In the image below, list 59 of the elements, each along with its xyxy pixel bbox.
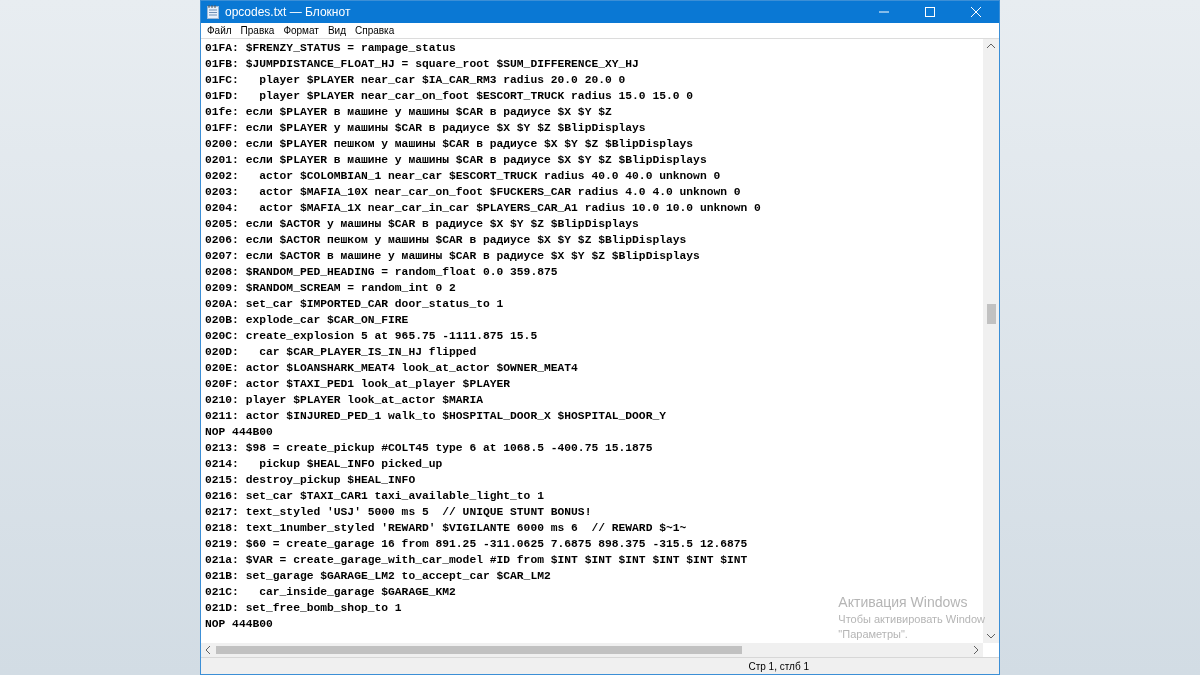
code-line: 01FF: если $PLAYER у машины $CAR в радиусе $X $Y $Z $BlipDisplays bbox=[205, 121, 646, 136]
horizontal-scrollbar[interactable] bbox=[201, 643, 983, 657]
code-line: 020B: explode_car $CAR_ON_FIRE bbox=[205, 313, 409, 328]
code-line: 020F: actor $TAXI_PED1 look_at_player $PLAYER bbox=[205, 377, 511, 392]
code-line: 0217: text_styled 'USJ' 5000 ms 5 // UNIQUE STUNT BONUS! bbox=[205, 505, 592, 520]
scroll-down-icon bbox=[987, 634, 995, 639]
code-line: 0216: set_car $TAXI_CAR1 taxi_available_light_to 1 bbox=[205, 489, 544, 504]
scrollbar-thumb[interactable] bbox=[986, 304, 996, 324]
code-line: 01FB: $JUMPDISTANCE_FLOAT_HJ = square_root $SUM_DIFFERENCE_XY_HJ bbox=[205, 57, 639, 72]
maximize-icon bbox=[925, 7, 935, 17]
code-line: 0202: actor $COLOMBIAN_1 near_car $ESCORT_TRUCK radius 40.0 40.0 unknown 0 bbox=[205, 169, 721, 184]
code-line: 0218: text_1number_styled 'REWARD' $VIGILANTE 6000 ms 6 // REWARD $~1~ bbox=[205, 521, 687, 536]
code-line: 01FD: player $PLAYER near_car_on_foot $ESCORT_TRUCK radius 15.0 15.0 0 bbox=[205, 89, 694, 104]
code-line: 020C: create_explosion 5 at 965.75 -1111.875 15.5 bbox=[205, 329, 538, 344]
code-line: 020D: car $CAR_PLAYER_IS_IN_HJ flipped bbox=[205, 345, 477, 360]
menu-item[interactable]: Формат bbox=[279, 23, 323, 38]
code-line: 021B: set_garage $GARAGE_LM2 to_accept_car $CAR_LM2 bbox=[205, 569, 551, 584]
vertical-scrollbar[interactable] bbox=[983, 39, 999, 643]
close-icon bbox=[971, 7, 981, 17]
code-line: 0203: actor $MAFIA_10X near_car_on_foot $FUCKERS_CAR radius 4.0 4.0 unknown 0 bbox=[205, 185, 741, 200]
code-line: 0211: actor $INJURED_PED_1 walk_to $HOSPITAL_DOOR_X $HOSPITAL_DOOR_Y bbox=[205, 409, 666, 424]
notepad-icon bbox=[207, 5, 219, 19]
window-title: opcodes.txt — Блокнот bbox=[225, 4, 351, 21]
code-line: NOP 444B00 bbox=[205, 425, 273, 440]
code-line: 01FA: $FRENZY_STATUS = rampage_status bbox=[205, 41, 456, 56]
code-line: 0219: $60 = create_garage 16 from 891.25 -311.0625 7.6875 898.375 -315.5 12.6875 bbox=[205, 537, 748, 552]
scroll-right-icon bbox=[974, 646, 979, 654]
activation-text: Чтобы активировать Window bbox=[838, 612, 985, 627]
code-line: 0206: если $ACTOR пешком у машины $CAR в радиусе $X $Y $Z $BlipDisplays bbox=[205, 233, 687, 248]
code-line: 021a: $VAR = create_garage_with_car_model #ID from $INT $INT $INT $INT $INT $INT bbox=[205, 553, 748, 568]
minimize-icon bbox=[879, 11, 889, 13]
menu-item[interactable]: Вид bbox=[323, 23, 350, 38]
scroll-left-icon bbox=[205, 646, 210, 654]
scroll-up-icon bbox=[987, 43, 995, 48]
menu-item[interactable]: Файл bbox=[203, 23, 236, 38]
code-line: 0204: actor $MAFIA_1X near_car_in_car $PLAYERS_CAR_A1 radius 10.0 10.0 unknown 0 bbox=[205, 201, 761, 216]
code-line: 0215: destroy_pickup $HEAL_INFO bbox=[205, 473, 416, 488]
code-line: 0210: player $PLAYER look_at_actor $MARIA bbox=[205, 393, 483, 408]
code-line: 0201: если $PLAYER в машине у машины $CAR в радиусе $X $Y $Z $BlipDisplays bbox=[205, 153, 707, 168]
cursor-position: Стр 1, стлб 1 bbox=[748, 659, 809, 674]
menu-item[interactable]: Справка bbox=[351, 23, 399, 38]
code-line: 0205: если $ACTOR у машины $CAR в радиусе $X $Y $Z $BlipDisplays bbox=[205, 217, 639, 232]
code-line: 0200: если $PLAYER пешком у машины $CAR в радиусе $X $Y $Z $BlipDisplays bbox=[205, 137, 694, 152]
code-line: 020A: set_car $IMPORTED_CAR door_status_to 1 bbox=[205, 297, 504, 312]
scrollbar-thumb[interactable] bbox=[216, 646, 742, 654]
code-line: 0207: если $ACTOR в машине у машины $CAR в радиусе $X $Y $Z $BlipDisplays bbox=[205, 249, 700, 264]
code-line: 0213: $98 = create_pickup #COLT45 type 6 at 1068.5 -400.75 15.1875 bbox=[205, 441, 653, 456]
code-line: NOP 444B00 bbox=[205, 617, 273, 632]
menu-item[interactable]: Правка bbox=[236, 23, 279, 38]
code-line: 01FC: player $PLAYER near_car $IA_CAR_RM3 radius 20.0 20.0 0 bbox=[205, 73, 626, 88]
code-line: 01fe: если $PLAYER в машине у машины $CAR в радиусе $X $Y $Z bbox=[205, 105, 612, 120]
code-line: 020E: actor $LOANSHARK_MEAT4 look_at_actor $OWNER_MEAT4 bbox=[205, 361, 578, 376]
activation-title: Активация Windows bbox=[838, 593, 969, 611]
code-line: 0209: $RANDOM_SCREAM = random_int 0 2 bbox=[205, 281, 456, 296]
code-line: 0208: $RANDOM_PED_HEADING = random_float 0.0 359.875 bbox=[205, 265, 558, 280]
code-line: 021C: car_inside_garage $GARAGE_KM2 bbox=[205, 585, 456, 600]
code-line: 021D: set_free_bomb_shop_to 1 bbox=[205, 601, 402, 616]
code-line: 0214: pickup $HEAL_INFO picked_up bbox=[205, 457, 443, 472]
activation-text: "Параметры". bbox=[838, 627, 909, 641]
